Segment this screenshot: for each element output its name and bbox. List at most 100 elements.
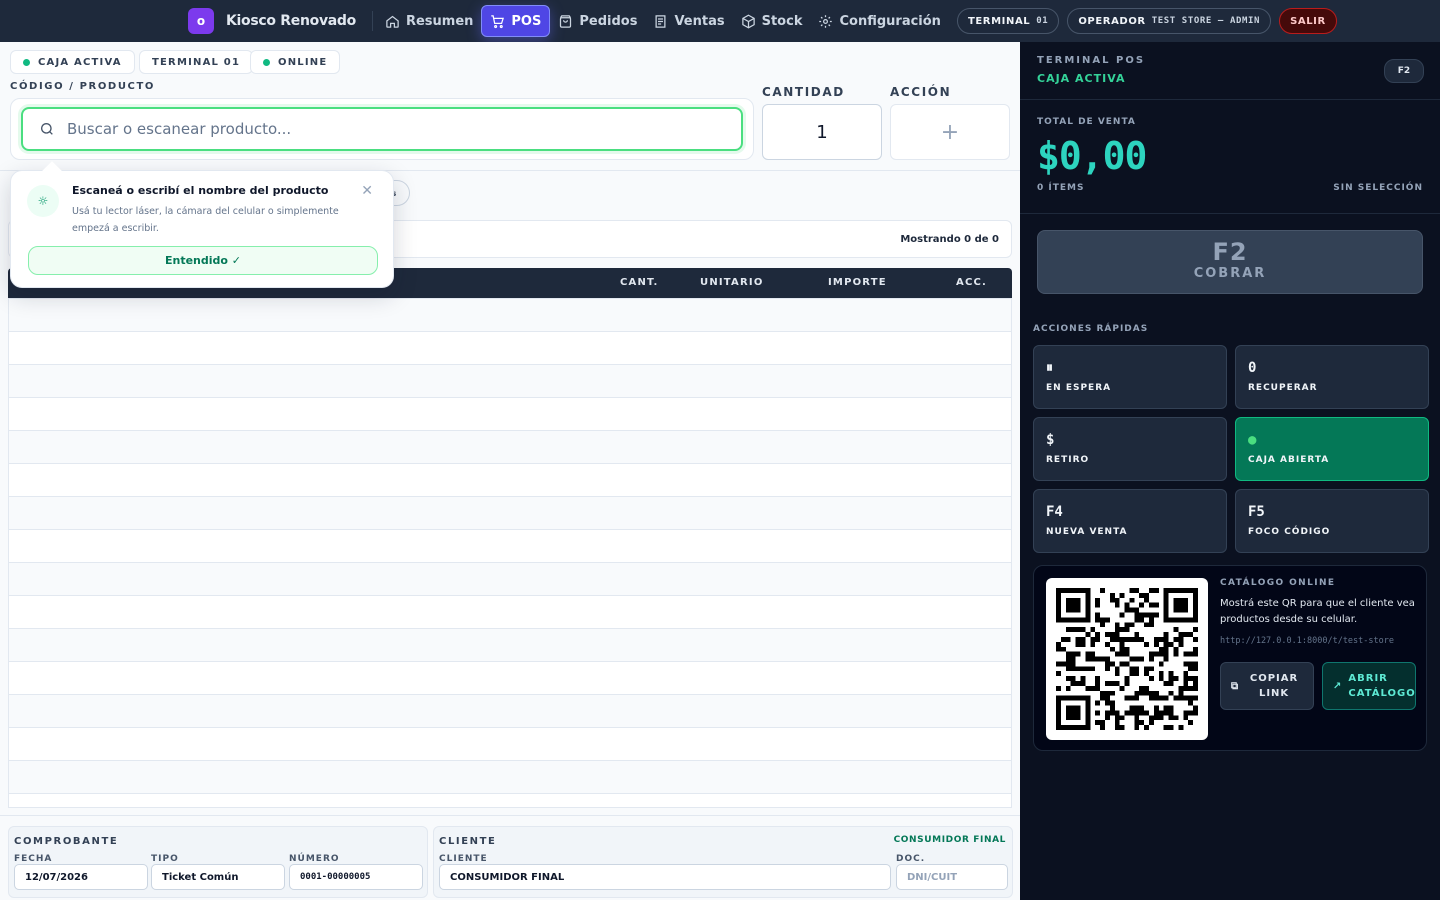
onboarding-tooltip: ☼ Escaneá o escribí el nombre del produc… [10, 170, 394, 288]
empty-row [9, 728, 1011, 761]
status-text: ONLINE [278, 56, 328, 68]
quick-focus-code-button[interactable]: F5 FOCO CÓDIGO [1235, 489, 1429, 553]
open-catalog-button[interactable]: ↗ ABRIR CATÁLOGO [1322, 662, 1416, 710]
nav-pedidos[interactable]: Pedidos [550, 5, 645, 37]
brand-name[interactable]: Kiosco Renovado [226, 13, 356, 29]
doc-label: DOC. [896, 854, 926, 864]
catalog-description: Mostrá este QR para que el cliente vea p… [1220, 598, 1415, 625]
empty-row [9, 761, 1011, 794]
quick-recover-button[interactable]: 0 RECUPERAR [1235, 345, 1429, 409]
quick-label: RETIRO [1046, 455, 1090, 465]
search-icon [41, 123, 53, 135]
product-search-input[interactable]: Buscar o escanear producto... [21, 107, 743, 151]
cobrar-label: COBRAR [1193, 266, 1267, 281]
action-label: ACCIÓN [890, 85, 952, 99]
header-importe: IMPORTE [828, 277, 887, 288]
comprobante-title: COMPROBANTE [14, 836, 119, 847]
shortcut-key: F2 [1384, 59, 1424, 83]
nav-configuracion[interactable]: Configuración [810, 5, 948, 37]
nav-label: Configuración [839, 13, 941, 29]
empty-row [9, 695, 1011, 728]
status-chip-terminal: TERMINAL 01 [139, 50, 254, 74]
empty-row [9, 431, 1011, 464]
brand-logo-icon: o [188, 8, 214, 34]
terminal-title: TERMINAL POS [1037, 55, 1146, 66]
add-product-button[interactable]: + [890, 104, 1010, 160]
quick-label: NUEVA VENTA [1046, 527, 1128, 537]
numero-label: NÚMERO [289, 854, 340, 864]
pos-main-panel: CAJA ACTIVA TERMINAL 01 ONLINE CÓDIGO / … [0, 42, 1020, 900]
empty-row [9, 662, 1011, 695]
voucher-footer: COMPROBANTE FECHA 12/07/2026 TIPO Ticket… [0, 815, 1020, 900]
quick-register-open-button[interactable]: ● CAJA ABIERTA [1235, 417, 1429, 481]
dollar-icon: $ [1046, 432, 1055, 448]
caja-status: CAJA ACTIVA [1037, 72, 1126, 85]
header-unitario: UNITARIO [700, 277, 764, 288]
cliente-type-badge: CONSUMIDOR FINAL [893, 835, 1006, 845]
key-f5-icon: F5 [1248, 504, 1265, 520]
cobrar-button[interactable]: F2 COBRAR [1037, 230, 1423, 294]
quick-new-sale-button[interactable]: F4 NUEVA VENTA [1033, 489, 1227, 553]
tipo-label: TIPO [151, 854, 179, 864]
copy-link-button[interactable]: ⧉ COPIAR LINK [1220, 662, 1314, 710]
nav-label: Pedidos [579, 13, 638, 29]
nav-stock[interactable]: Stock [733, 5, 811, 37]
receipt-icon [655, 14, 666, 28]
pause-icon: ⏸ [1046, 360, 1053, 376]
quick-hold-button[interactable]: ⏸ EN ESPERA [1033, 345, 1227, 409]
scanner-icon: ☼ [27, 185, 59, 217]
qr-code-icon [1056, 588, 1198, 730]
empty-row [9, 365, 1011, 398]
quantity-input[interactable]: 1 [762, 104, 882, 160]
tooltip-title: Escaneá o escribí el nombre del producto [72, 184, 329, 197]
close-icon[interactable]: ✕ [361, 183, 373, 199]
search-placeholder: Buscar o escanear producto... [67, 120, 292, 138]
empty-row [9, 596, 1011, 629]
logout-button[interactable]: SALIR [1279, 8, 1337, 34]
terminal-header: TERMINAL POS CAJA ACTIVA F2 [1020, 42, 1440, 100]
counter-icon: 0 [1248, 360, 1257, 376]
total-amount: $0,00 [1037, 134, 1147, 178]
empty-row [9, 398, 1011, 431]
tooltip-confirm-button[interactable]: Entendido ✓ [28, 246, 378, 275]
copy-icon: ⧉ [1231, 680, 1240, 692]
empty-row [9, 299, 1011, 332]
cliente-card: CLIENTE CONSUMIDOR FINAL CLIENTE CONSUMI… [433, 826, 1013, 898]
header-acc: ACC. [956, 277, 988, 288]
quick-withdraw-button[interactable]: $ RETIRO [1033, 417, 1227, 481]
qr-code-image [1046, 578, 1208, 740]
sidebar-checkout: TERMINAL POS CAJA ACTIVA F2 TOTAL DE VEN… [1020, 42, 1440, 900]
quick-actions-title: ACCIONES RÁPIDAS [1033, 324, 1149, 334]
external-link-icon: ↗ [1333, 680, 1343, 692]
status-text: CAJA ACTIVA [38, 56, 122, 68]
bag-icon [560, 14, 572, 28]
status-chip-caja: CAJA ACTIVA [10, 50, 135, 74]
status-text: TERMINAL 01 [152, 56, 241, 68]
cliente-title: CLIENTE [439, 836, 497, 847]
nav-pos[interactable]: POS [481, 5, 551, 37]
empty-row [9, 563, 1011, 596]
status-chip-online: ONLINE [250, 50, 341, 74]
cliente-field[interactable]: CONSUMIDOR FINAL [439, 864, 891, 890]
operator-value: TEST STORE — ADMIN [1151, 16, 1261, 26]
home-icon [386, 15, 399, 28]
fecha-label: FECHA [14, 854, 53, 864]
status-dot-icon: ● [1248, 432, 1257, 448]
operator-pill: OPERADOR TEST STORE — ADMIN [1067, 8, 1272, 34]
empty-row [9, 332, 1011, 365]
tipo-select[interactable]: Ticket Común [151, 864, 285, 890]
catalog-url[interactable]: http://127.0.0.1:8000/t/test-store [1220, 636, 1394, 646]
doc-input[interactable]: DNI/CUIT [896, 864, 1008, 890]
cart-table-body [8, 298, 1012, 808]
empty-row [9, 464, 1011, 497]
fecha-field[interactable]: 12/07/2026 [14, 864, 148, 890]
cobrar-key: F2 [1212, 238, 1248, 266]
numero-field[interactable]: 0001-00000005 [289, 864, 423, 890]
quantity-label: CANTIDAD [762, 85, 845, 99]
total-panel: TOTAL DE VENTA $0,00 0 ÍTEMS SIN SELECCI… [1020, 100, 1440, 214]
button-label: ABRIR CATÁLOGO [1348, 673, 1416, 699]
cliente-label: CLIENTE [439, 854, 488, 864]
nav-ventas[interactable]: Ventas [645, 5, 732, 37]
nav-resumen[interactable]: Resumen [377, 5, 481, 37]
cart-icon [491, 14, 505, 28]
